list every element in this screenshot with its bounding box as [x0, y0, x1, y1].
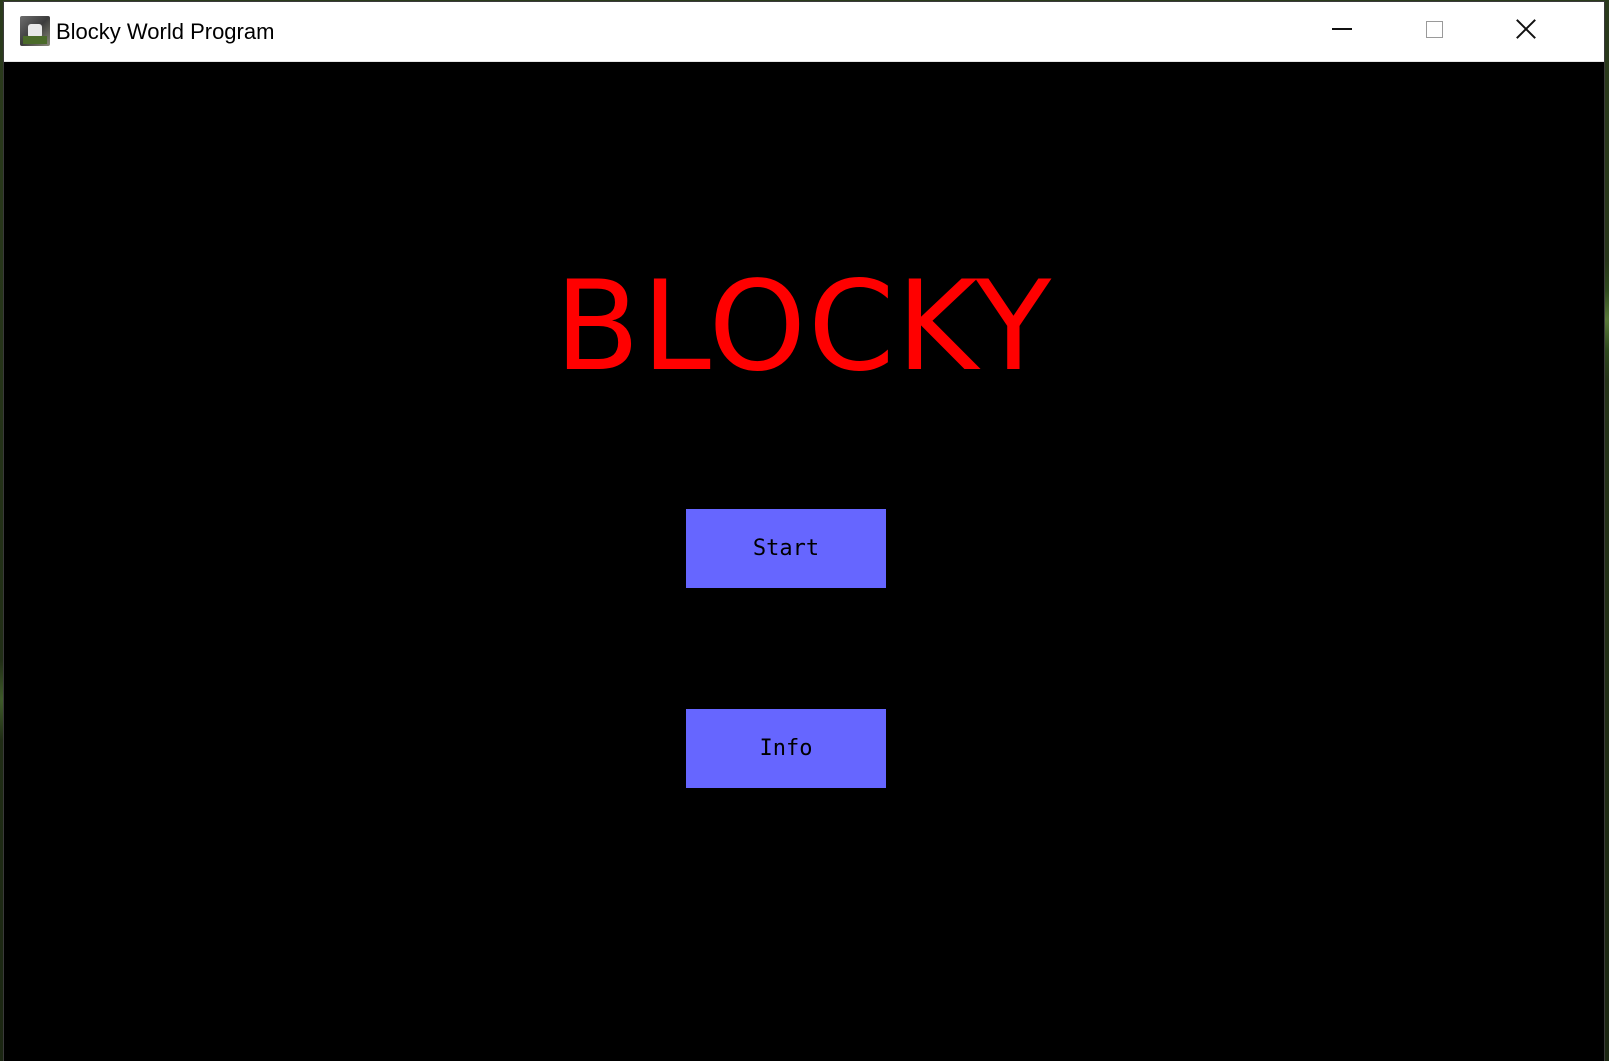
minimize-button[interactable] — [1296, 2, 1388, 62]
app-icon — [20, 16, 50, 46]
start-button[interactable]: Start — [686, 509, 886, 588]
title-bar[interactable]: Blocky World Program — [4, 2, 1604, 62]
maximize-icon — [1425, 20, 1443, 38]
info-button[interactable]: Info — [686, 709, 886, 788]
close-icon — [1515, 18, 1537, 40]
window-title: Blocky World Program — [56, 19, 275, 44]
game-canvas: BLOCKY Start Info — [4, 62, 1604, 1061]
game-title: BLOCKY — [554, 255, 1054, 399]
close-button[interactable] — [1480, 2, 1572, 62]
app-window: Blocky World Program BLOCKY Start Info — [4, 2, 1604, 1061]
minimize-icon — [1332, 28, 1352, 30]
maximize-button[interactable] — [1388, 2, 1480, 62]
